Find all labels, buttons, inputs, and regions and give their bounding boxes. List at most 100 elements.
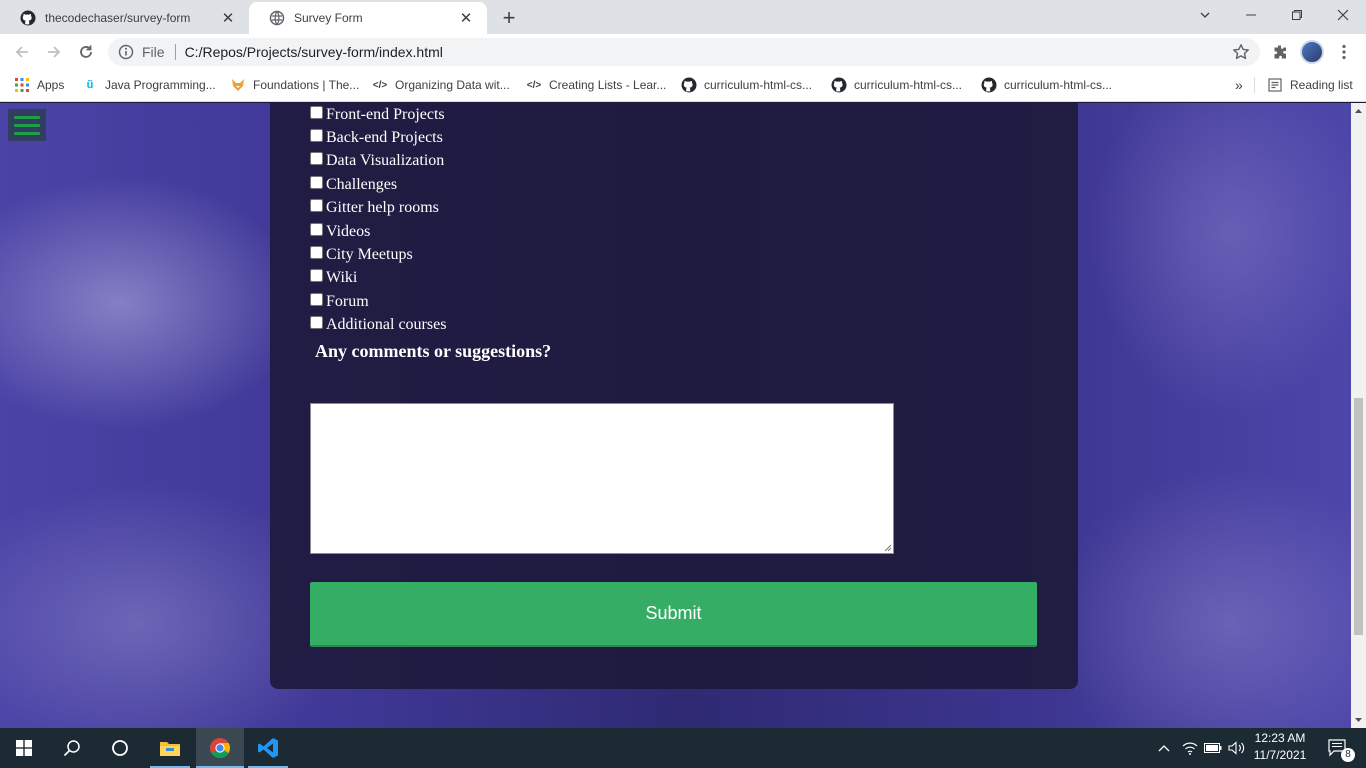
notification-count-badge: 8 [1341, 748, 1355, 762]
wifi-icon[interactable] [1180, 728, 1200, 768]
checkbox-row[interactable]: City Meetups [310, 243, 446, 266]
cortana-icon[interactable] [96, 728, 144, 768]
divider [174, 44, 176, 60]
system-clock[interactable]: 12:23 AM 11/7/2021 [1244, 730, 1316, 766]
reading-list-icon [1267, 77, 1283, 93]
menu-bar [14, 115, 40, 119]
checkbox-label: Forum [326, 292, 369, 310]
bookmark-label: Creating Lists - Lear... [549, 78, 667, 92]
comments-textarea[interactable] [310, 403, 894, 554]
tab-title: thecodechaser/survey-form [45, 11, 191, 25]
checkbox-row[interactable]: Gitter help rooms [310, 197, 446, 220]
action-center-icon[interactable]: 8 [1318, 728, 1358, 768]
survey-form-card: Front-end Projects Back-end Projects Dat… [270, 103, 1078, 689]
bookmark-curriculum-1[interactable]: curriculum-html-cs... [681, 70, 812, 100]
show-hidden-icons-icon[interactable] [1154, 728, 1174, 768]
address-bar[interactable]: File C:/Repos/Projects/survey-form/index… [108, 38, 1260, 66]
reading-list-label: Reading list [1290, 78, 1353, 92]
checkbox-row[interactable]: Videos [310, 220, 446, 243]
bookmark-star-icon[interactable] [1232, 43, 1250, 61]
tab-search-icon[interactable] [1182, 0, 1228, 30]
close-icon[interactable]: ✕ [457, 9, 475, 27]
windows-start-icon[interactable] [0, 728, 48, 768]
bookmark-label: Foundations | The... [253, 78, 360, 92]
bookmark-curriculum-3[interactable]: curriculum-html-cs... [981, 70, 1112, 100]
hamburger-menu-icon[interactable] [8, 109, 46, 141]
browser-toolbar: File C:/Repos/Projects/survey-form/index… [0, 34, 1366, 70]
fox-icon [230, 77, 246, 93]
checkbox[interactable] [310, 222, 323, 236]
bookmark-foundations[interactable]: Foundations | The... [230, 70, 359, 100]
github-icon [20, 10, 36, 26]
info-icon[interactable] [118, 44, 134, 60]
url-text[interactable]: C:/Repos/Projects/survey-form/index.html [185, 44, 443, 60]
checkbox-label: City Meetups [326, 246, 413, 264]
comments-label: Any comments or suggestions? [315, 341, 552, 361]
checkbox[interactable] [310, 292, 323, 306]
checkbox[interactable] [310, 105, 323, 119]
file-explorer-icon[interactable] [146, 728, 194, 768]
github-icon [831, 77, 847, 93]
apps-grid-icon [14, 77, 30, 93]
clock-date: 11/7/2021 [1253, 748, 1307, 762]
clock-time: 12:23 AM [1254, 731, 1306, 745]
bookmarks-overflow-button[interactable]: » [1235, 70, 1243, 100]
checkbox-label: Back-end Projects [326, 129, 443, 147]
minimize-button[interactable] [1228, 0, 1274, 30]
resize-grip-icon[interactable] [883, 543, 892, 552]
reload-button[interactable] [74, 40, 98, 64]
checkbox-row[interactable]: Challenges [310, 173, 446, 196]
submit-button[interactable]: Submit [310, 582, 1037, 647]
bookmark-label: Organizing Data wit... [395, 78, 510, 92]
checkbox-label: Challenges [326, 175, 398, 193]
url-scheme: File [142, 44, 165, 60]
close-icon[interactable]: ✕ [219, 9, 237, 27]
scroll-down-icon[interactable] [1351, 713, 1366, 728]
extensions-icon[interactable] [1268, 40, 1292, 64]
new-tab-button[interactable]: + [497, 5, 521, 30]
search-icon[interactable] [48, 728, 96, 768]
checkbox-row[interactable]: Wiki [310, 267, 446, 290]
checkbox-row[interactable]: Front-end Projects [310, 103, 446, 126]
checkbox-label: Wiki [326, 269, 358, 287]
checkbox-label: Videos [326, 222, 371, 240]
checkbox[interactable] [310, 246, 323, 260]
udacity-icon: ũ [86, 79, 94, 91]
page-scrollbar[interactable] [1351, 103, 1366, 728]
bookmark-label: curriculum-html-cs... [704, 78, 813, 92]
menu-bar [14, 131, 40, 135]
forward-button[interactable] [42, 40, 66, 64]
back-button[interactable] [10, 40, 34, 64]
vscode-icon[interactable] [244, 728, 292, 768]
checkbox-label: Gitter help rooms [326, 199, 439, 217]
bookmark-label: curriculum-html-cs... [1004, 78, 1113, 92]
reading-list-button[interactable]: Reading list [1267, 70, 1353, 100]
globe-icon [269, 10, 285, 26]
checkbox-row[interactable]: Back-end Projects [310, 126, 446, 149]
close-window-button[interactable] [1320, 0, 1366, 30]
checkbox[interactable] [310, 175, 323, 189]
scroll-up-icon[interactable] [1351, 103, 1366, 118]
bookmark-organizing-data[interactable]: </> Organizing Data wit... [372, 70, 510, 100]
bookmark-java-programming[interactable]: ũ Java Programming... [82, 70, 216, 100]
profile-avatar[interactable] [1300, 40, 1324, 64]
checkbox[interactable] [310, 316, 323, 330]
checkbox-row[interactable]: Forum [310, 290, 446, 313]
checkbox-row[interactable]: Data Visualization [310, 150, 446, 173]
bookmarks-bar: Apps ũ Java Programming... Foundations |… [0, 70, 1366, 102]
bookmark-apps[interactable]: Apps [14, 70, 64, 100]
checkbox[interactable] [310, 199, 323, 213]
scrollbar-thumb[interactable] [1354, 398, 1363, 635]
menu-kebab-icon[interactable] [1332, 40, 1356, 64]
checkbox[interactable] [310, 269, 323, 283]
battery-icon[interactable] [1202, 728, 1224, 768]
checkbox-row[interactable]: Additional courses [310, 314, 446, 337]
tab-github[interactable]: thecodechaser/survey-form ✕ [0, 2, 249, 34]
restore-button[interactable] [1274, 0, 1320, 30]
bookmark-curriculum-2[interactable]: curriculum-html-cs... [831, 70, 962, 100]
bookmark-creating-lists[interactable]: </> Creating Lists - Lear... [526, 70, 667, 100]
checkbox[interactable] [310, 152, 323, 166]
checkbox[interactable] [310, 129, 323, 143]
tab-survey-form[interactable]: Survey Form ✕ [249, 2, 487, 34]
chrome-icon[interactable] [196, 728, 244, 768]
